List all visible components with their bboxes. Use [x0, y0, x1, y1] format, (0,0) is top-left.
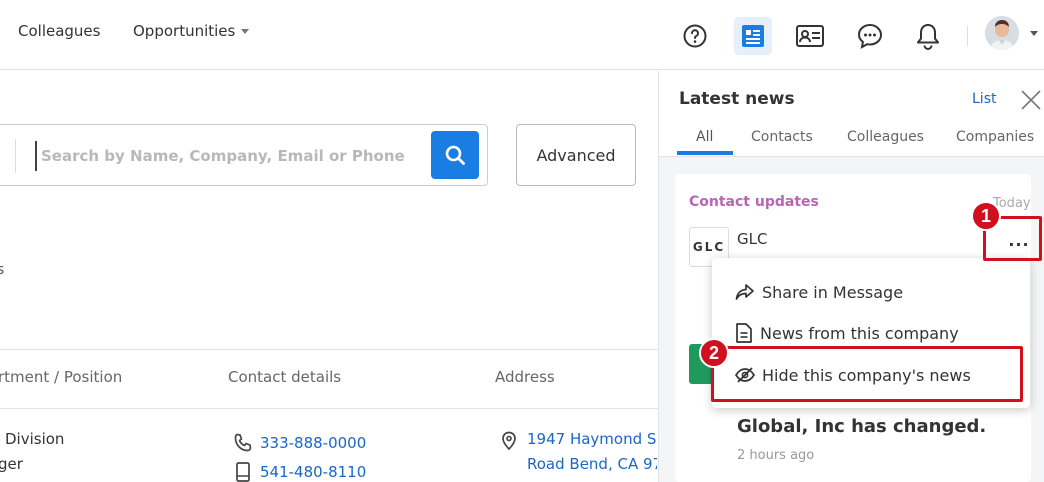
menu-item-share[interactable]: Share in Message — [712, 271, 1030, 313]
table-divider — [0, 408, 658, 409]
step-badge-2: 2 — [699, 338, 729, 368]
highlight-box-step-2 — [711, 346, 1023, 402]
column-header-department[interactable]: rtment / Position — [0, 368, 122, 386]
nav-colleagues[interactable]: Colleagues — [18, 22, 100, 40]
section-label: Contact updates — [689, 194, 819, 210]
news-headline: Global, Inc has changed. — [737, 416, 987, 437]
tab-colleagues[interactable]: Colleagues — [847, 129, 924, 145]
chevron-down-icon[interactable] — [1030, 31, 1038, 36]
toolbar-divider — [967, 26, 968, 46]
search-input[interactable] — [35, 141, 415, 171]
mobile-number[interactable]: 541-480-8110 — [260, 463, 366, 481]
top-bar: Colleagues Opportunities — [0, 0, 1044, 70]
mobile-icon — [236, 462, 250, 482]
address-link[interactable]: 1947 Haymond Sa — [527, 430, 657, 448]
step-badge-1: 1 — [971, 201, 1001, 231]
news-icon — [742, 25, 764, 47]
address-link[interactable]: Road Bend, CA 97 — [527, 455, 657, 473]
menu-item-label: Share in Message — [762, 282, 904, 302]
column-header-address[interactable]: Address — [495, 368, 555, 386]
menu-item-label: News from this company — [760, 323, 959, 343]
user-avatar-icon — [985, 16, 1019, 50]
contact-card-icon — [796, 25, 824, 47]
column-header-contact[interactable]: Contact details — [228, 368, 341, 386]
bell-icon — [917, 24, 939, 50]
advanced-search-button[interactable]: Advanced — [516, 124, 636, 186]
chat-icon — [857, 23, 883, 49]
document-icon — [736, 323, 752, 343]
phone-link[interactable]: 333-888-0000 — [232, 432, 366, 454]
phone-number[interactable]: 333-888-0000 — [260, 434, 366, 452]
avatar[interactable] — [985, 16, 1019, 50]
tab-companies[interactable]: Companies — [956, 129, 1034, 145]
chat-button[interactable] — [851, 17, 889, 55]
table-divider — [0, 349, 658, 350]
news-panel-title: Latest news — [679, 89, 795, 109]
partial-text: s — [0, 262, 5, 278]
help-icon — [683, 24, 707, 48]
position-cell: ger — [0, 455, 23, 473]
search-bar — [0, 124, 488, 186]
help-button[interactable] — [676, 17, 714, 55]
nav-opportunities-label: Opportunities — [133, 22, 236, 40]
search-icon — [445, 145, 465, 165]
news-feed-button[interactable] — [734, 17, 772, 55]
close-icon[interactable] — [1020, 89, 1042, 111]
list-link[interactable]: List — [972, 91, 996, 107]
tab-all[interactable]: All — [696, 129, 713, 145]
news-panel-header: Latest news List All Contacts Colleagues… — [659, 71, 1044, 157]
share-icon — [735, 284, 754, 300]
active-tab-indicator — [677, 151, 733, 155]
nav-opportunities[interactable]: Opportunities — [133, 22, 250, 40]
location-pin-icon — [502, 431, 516, 451]
search-button[interactable] — [431, 131, 479, 179]
phone-icon — [234, 433, 252, 452]
search-divider — [15, 139, 16, 173]
company-name[interactable]: GLC — [737, 230, 767, 248]
notifications-button[interactable] — [909, 17, 947, 55]
tab-contacts[interactable]: Contacts — [751, 129, 813, 145]
chevron-down-icon — [241, 29, 250, 34]
time-ago: 2 hours ago — [737, 448, 815, 463]
mobile-link[interactable]: 541-480-8110 — [232, 461, 366, 482]
contact-card-button[interactable] — [791, 17, 829, 55]
department-cell: Division — [5, 430, 65, 448]
